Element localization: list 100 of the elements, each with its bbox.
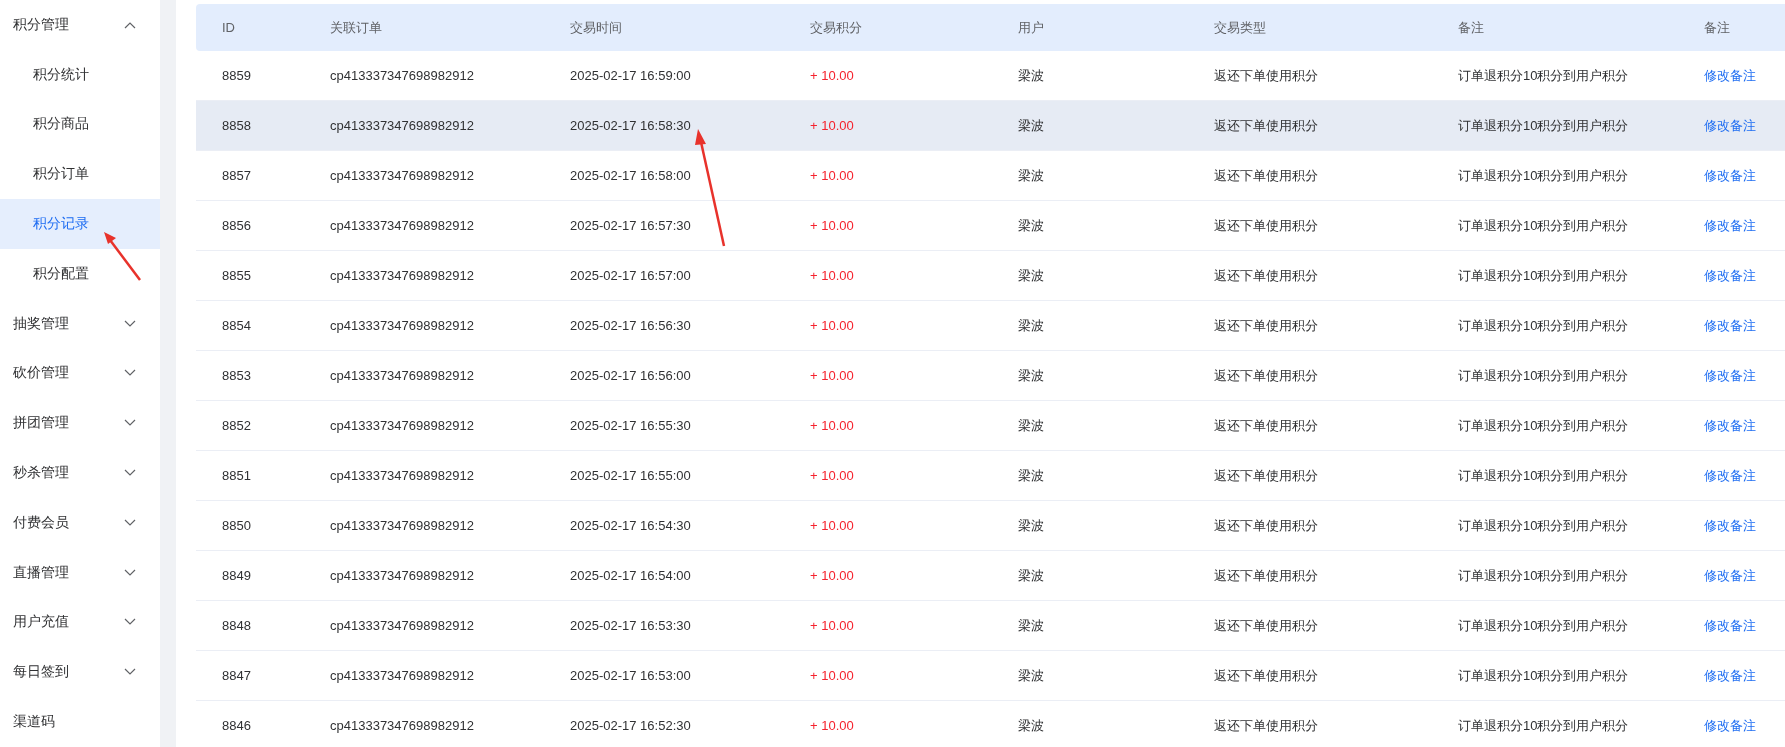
- table-cell-text: 8851: [221, 468, 252, 483]
- column-header: ID: [221, 20, 236, 35]
- menu-group[interactable]: 抽奖管理: [0, 298, 160, 349]
- column-header: 交易时间: [569, 18, 623, 37]
- table-cell-text: cp413337347698982912: [329, 718, 475, 733]
- table-cell-text: 返还下单使用积分: [1213, 416, 1319, 435]
- table-cell-text: 返还下单使用积分: [1213, 516, 1319, 535]
- table-cell-text: 梁波: [1017, 566, 1045, 585]
- table-cell-text: 2025-02-17 16:56:00: [569, 368, 692, 383]
- table-cell-text: 订单退积分10积分到用户积分: [1457, 516, 1630, 535]
- edit-note-link[interactable]: 修改备注: [1704, 68, 1756, 83]
- menu-group[interactable]: 每日签到: [0, 647, 160, 698]
- edit-note-link[interactable]: 修改备注: [1704, 318, 1756, 333]
- chevron-icon: [124, 568, 136, 577]
- column-header: 交易积分: [809, 18, 863, 37]
- chevron-icon: [124, 668, 136, 677]
- edit-note-link[interactable]: 修改备注: [1704, 468, 1756, 483]
- table-cell-text: 订单退积分10积分到用户积分: [1457, 166, 1630, 185]
- table-cell-text: 梁波: [1017, 516, 1045, 535]
- chevron-icon: [124, 518, 136, 527]
- table-cell-text: 订单退积分10积分到用户积分: [1457, 266, 1630, 285]
- table-cell-text: 返还下单使用积分: [1213, 466, 1319, 485]
- table-cell-text: + 10.00: [809, 168, 855, 183]
- chevron-icon: [124, 419, 136, 428]
- menu-item[interactable]: 积分记录: [0, 199, 160, 249]
- table-cell-text: cp413337347698982912: [329, 468, 475, 483]
- table-cell-text: 8848: [221, 618, 252, 633]
- table-cell-text: 返还下单使用积分: [1213, 266, 1319, 285]
- table-cell-text: 梁波: [1017, 416, 1045, 435]
- chevron-icon: [124, 469, 136, 478]
- table-row[interactable]: 8858 cp413337347698982912 2025-02-17 16:58:30 + 10.00 梁波 返还下单使用积分 订单退积分10积分到用户积分 修改备注: [196, 101, 1785, 151]
- table-cell-text: 梁波: [1017, 316, 1045, 335]
- table-cell-text: + 10.00: [809, 418, 855, 433]
- table-cell-text: 订单退积分10积分到用户积分: [1457, 716, 1630, 735]
- table-cell-text: 返还下单使用积分: [1213, 116, 1319, 135]
- table-cell-text: 梁波: [1017, 216, 1045, 235]
- edit-note-link[interactable]: 修改备注: [1704, 118, 1756, 133]
- menu-group[interactable]: 付费会员: [0, 497, 160, 548]
- menu-group[interactable]: 拼团管理: [0, 398, 160, 449]
- table-cell-text: + 10.00: [809, 468, 855, 483]
- table-cell-text: 8854: [221, 318, 252, 333]
- edit-note-link[interactable]: 修改备注: [1704, 418, 1756, 433]
- table-cell-text: 返还下单使用积分: [1213, 666, 1319, 685]
- table-cell-text: 2025-02-17 16:54:30: [569, 518, 692, 533]
- table-cell-text: 8853: [221, 368, 252, 383]
- table-cell-text: + 10.00: [809, 318, 855, 333]
- table-cell-text: 梁波: [1017, 466, 1045, 485]
- table-cell-text: 梁波: [1017, 266, 1045, 285]
- edit-note-link[interactable]: 修改备注: [1704, 568, 1756, 583]
- menu-group[interactable]: 直播管理: [0, 547, 160, 598]
- table-cell-text: cp413337347698982912: [329, 618, 475, 633]
- table-cell-text: 2025-02-17 16:59:00: [569, 68, 692, 83]
- menu-group[interactable]: 用户充值: [0, 597, 160, 648]
- table-cell-text: 8852: [221, 418, 252, 433]
- table-cell-text: + 10.00: [809, 568, 855, 583]
- table-cell-text: 返还下单使用积分: [1213, 566, 1319, 585]
- table-cell-text: 2025-02-17 16:55:00: [569, 468, 692, 483]
- edit-note-link[interactable]: 修改备注: [1704, 368, 1756, 383]
- table-cell-text: 梁波: [1017, 116, 1045, 135]
- menu-group[interactable]: 砍价管理: [0, 348, 160, 399]
- edit-note-link[interactable]: 修改备注: [1704, 168, 1756, 183]
- table-cell-text: 8859: [221, 68, 252, 83]
- table-cell-text: cp413337347698982912: [329, 68, 475, 83]
- menu-group[interactable]: 秒杀管理: [0, 448, 160, 498]
- edit-note-link[interactable]: 修改备注: [1704, 268, 1756, 283]
- table-cell-text: 梁波: [1017, 66, 1045, 85]
- column-header: 用户: [1017, 18, 1045, 37]
- table-cell-text: 8847: [221, 668, 252, 683]
- column-header: 备注: [1457, 18, 1485, 37]
- chevron-icon: [124, 20, 136, 29]
- edit-note-link[interactable]: 修改备注: [1704, 518, 1756, 533]
- table-cell-text: 返还下单使用积分: [1213, 316, 1319, 335]
- table-cell-text: 订单退积分10积分到用户积分: [1457, 616, 1630, 635]
- edit-note-link[interactable]: 修改备注: [1704, 668, 1756, 683]
- menu-group[interactable]: 积分管理: [0, 0, 160, 50]
- table-cell-text: 2025-02-17 16:55:30: [569, 418, 692, 433]
- table-cell-text: 返还下单使用积分: [1213, 166, 1319, 185]
- table-cell-text: + 10.00: [809, 118, 855, 133]
- table-cell-text: 8849: [221, 568, 252, 583]
- chevron-icon: [124, 369, 136, 378]
- edit-note-link[interactable]: 修改备注: [1704, 218, 1756, 233]
- table-cell-text: + 10.00: [809, 368, 855, 383]
- table-cell-text: cp413337347698982912: [329, 318, 475, 333]
- table-cell-text: 订单退积分10积分到用户积分: [1457, 316, 1630, 335]
- table-cell-text: cp413337347698982912: [329, 518, 475, 533]
- table-cell-text: 8856: [221, 218, 252, 233]
- table-cell-text: cp413337347698982912: [329, 418, 475, 433]
- edit-note-link[interactable]: 修改备注: [1704, 618, 1756, 633]
- edit-note-link[interactable]: 修改备注: [1704, 718, 1756, 733]
- table-cell-text: 订单退积分10积分到用户积分: [1457, 416, 1630, 435]
- table-cell-text: cp413337347698982912: [329, 368, 475, 383]
- table-cell-text: + 10.00: [809, 68, 855, 83]
- menu-item[interactable]: 渠道码: [0, 697, 160, 747]
- table-cell-text: + 10.00: [809, 718, 855, 733]
- table-cell-text: + 10.00: [809, 668, 855, 683]
- table-cell-text: 返还下单使用积分: [1213, 616, 1319, 635]
- chevron-icon: [124, 319, 136, 328]
- table-cell-text: 订单退积分10积分到用户积分: [1457, 366, 1630, 385]
- table-cell-text: cp413337347698982912: [329, 118, 475, 133]
- table-cell-text: cp413337347698982912: [329, 568, 475, 583]
